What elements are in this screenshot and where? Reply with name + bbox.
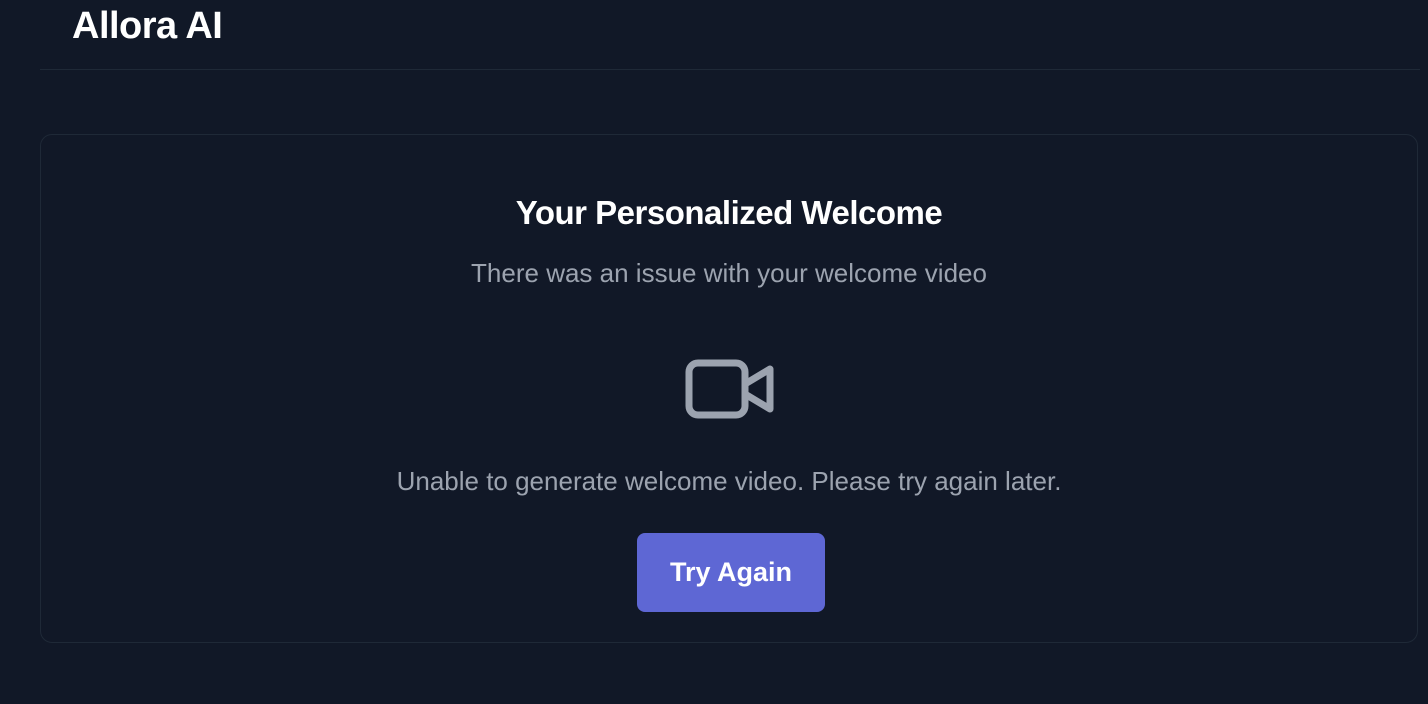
video-camera-icon — [685, 359, 777, 419]
card-subtitle: There was an issue with your welcome vid… — [471, 258, 987, 288]
brand-logo-text[interactable]: Allora AI — [72, 2, 223, 50]
try-again-button[interactable]: Try Again — [637, 533, 825, 612]
card-title: Your Personalized Welcome — [515, 194, 943, 231]
app-header: Allora AI — [40, 0, 1420, 70]
error-message: Unable to generate welcome video. Please… — [396, 466, 1062, 496]
welcome-video-card: Your Personalized Welcome There was an i… — [40, 134, 1418, 643]
